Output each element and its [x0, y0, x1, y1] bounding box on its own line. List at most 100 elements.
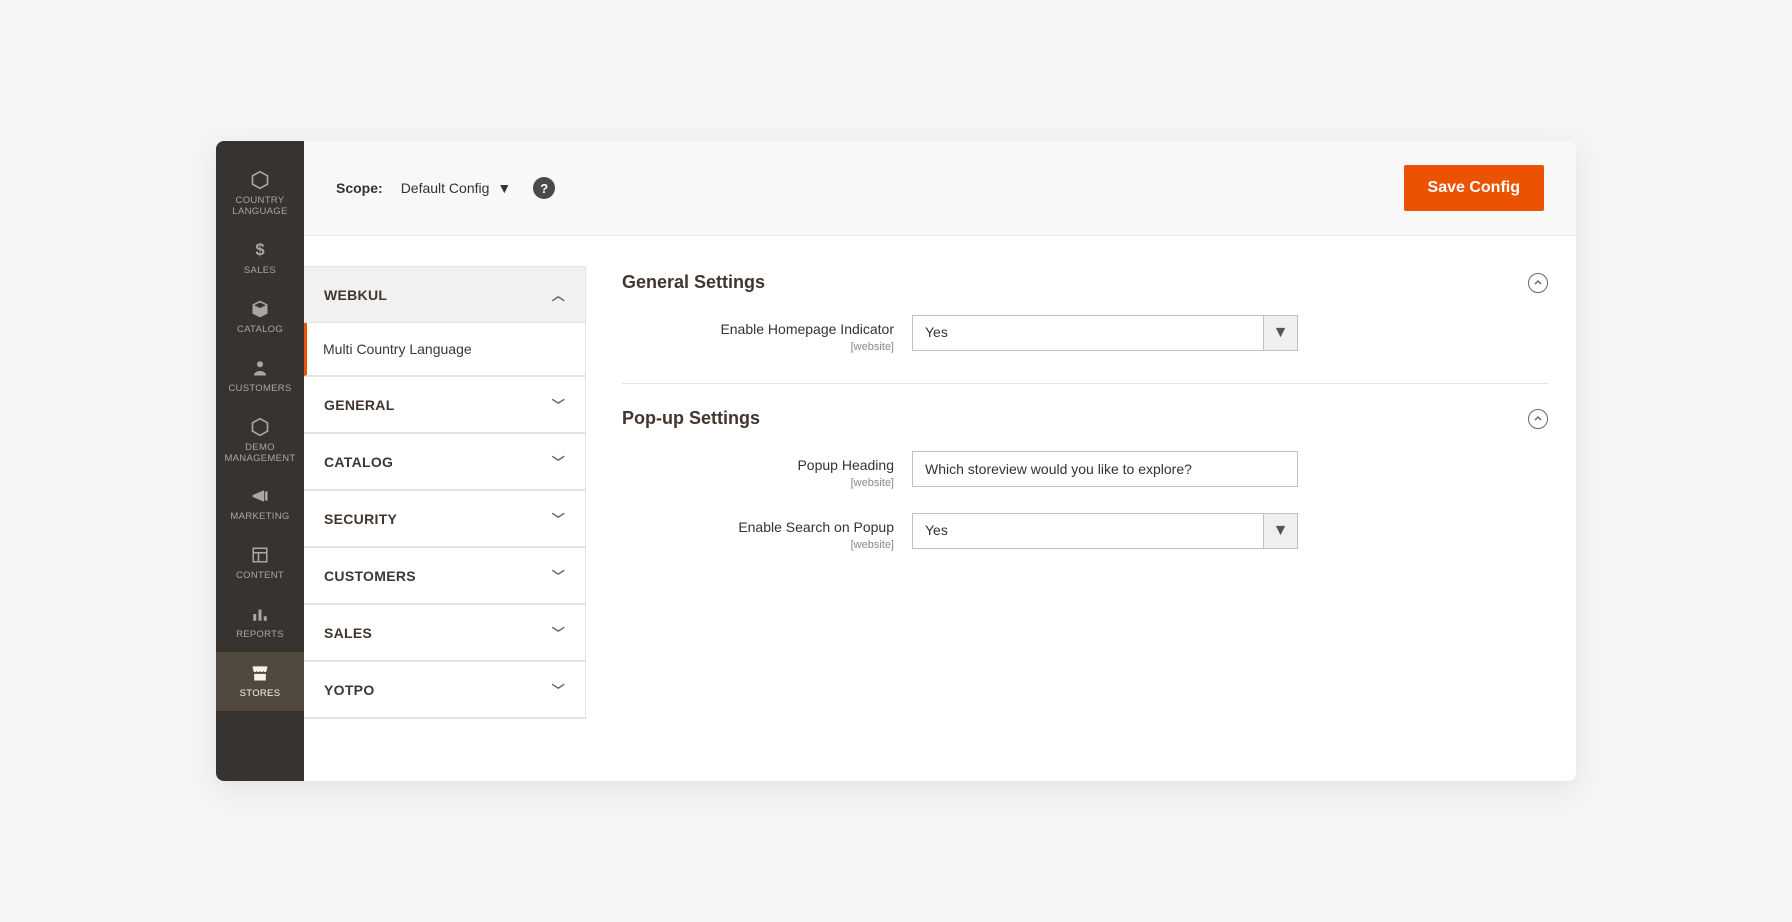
field-enable-homepage-indicator: Enable Homepage Indicator [website] Yes …: [622, 307, 1548, 369]
config-group-webkul: WEBKUL ︿ Multi Country Language: [304, 266, 586, 376]
sidebar-item-label: STORES: [240, 689, 281, 700]
field-label-wrap: Enable Homepage Indicator [website]: [622, 315, 912, 353]
sidebar-item-label: COUNTRYLANGUAGE: [232, 196, 287, 218]
chevron-down-icon: ﹀: [552, 566, 565, 585]
select-value: Yes: [913, 316, 1263, 350]
sidebar-item-stores[interactable]: STORES: [216, 652, 304, 711]
field-label-wrap: Popup Heading [website]: [622, 451, 912, 489]
collapse-up-icon[interactable]: [1528, 273, 1548, 293]
field-popup-heading: Popup Heading [website]: [622, 443, 1548, 505]
collapse-up-icon[interactable]: [1528, 409, 1548, 429]
box-icon: [249, 298, 271, 320]
chevron-up-icon: ︿: [552, 285, 565, 304]
chevron-down-icon: ﹀: [552, 509, 565, 528]
field-label-wrap: Enable Search on Popup [website]: [622, 513, 912, 551]
scope-select[interactable]: Default Config ▼: [401, 180, 512, 196]
chevron-down-icon: ﹀: [552, 395, 565, 414]
sidebar-item-demo-management[interactable]: DEMOMANAGEMENT: [216, 406, 304, 476]
enable-search-on-popup-select[interactable]: Yes ▼: [912, 513, 1298, 549]
dollar-icon: $: [249, 239, 271, 261]
config-group-general: GENERAL ﹀: [304, 376, 586, 433]
config-group-label: CUSTOMERS: [324, 568, 416, 584]
sidebar-item-reports[interactable]: REPORTS: [216, 593, 304, 652]
config-group-label: GENERAL: [324, 397, 395, 413]
config-group-head-yotpo[interactable]: YOTPO ﹀: [304, 662, 585, 718]
svg-text:$: $: [255, 240, 265, 259]
config-group-head-webkul[interactable]: WEBKUL ︿: [304, 267, 585, 323]
caret-down-icon: ▼: [1263, 514, 1297, 548]
config-group-sales: SALES ﹀: [304, 604, 586, 661]
config-group-label: YOTPO: [324, 682, 375, 698]
section-head-general-settings[interactable]: General Settings: [622, 266, 1548, 307]
sidebar-item-label: SALES: [244, 266, 276, 277]
config-group-label: SECURITY: [324, 511, 397, 527]
sidebar-item-content[interactable]: CONTENT: [216, 534, 304, 593]
config-group-head-sales[interactable]: SALES ﹀: [304, 605, 585, 661]
main-area: Scope: Default Config ▼ ? Save Config WE…: [304, 141, 1576, 781]
config-group-label: SALES: [324, 625, 372, 641]
hexagon-icon: [249, 169, 271, 191]
content: WEBKUL ︿ Multi Country Language GENERAL …: [304, 236, 1576, 781]
save-config-button[interactable]: Save Config: [1404, 165, 1544, 211]
app-window: COUNTRYLANGUAGE $ SALES CATALOG CUSTOMER…: [216, 141, 1576, 781]
popup-heading-input[interactable]: [912, 451, 1298, 487]
sidebar-item-customers[interactable]: CUSTOMERS: [216, 347, 304, 406]
config-group-head-general[interactable]: GENERAL ﹀: [304, 377, 585, 433]
sidebar-item-label: CATALOG: [237, 325, 283, 336]
sidebar-item-label: CONTENT: [236, 571, 284, 582]
field-control: [912, 451, 1298, 487]
config-group-head-catalog[interactable]: CATALOG ﹀: [304, 434, 585, 490]
chevron-down-icon: ﹀: [552, 452, 565, 471]
topbar: Scope: Default Config ▼ ? Save Config: [304, 141, 1576, 236]
field-label: Popup Heading: [797, 457, 894, 473]
help-icon[interactable]: ?: [533, 177, 555, 199]
section-title: Pop-up Settings: [622, 408, 760, 429]
scope-value: Default Config: [401, 180, 490, 196]
sidebar-item-marketing[interactable]: MARKETING: [216, 475, 304, 534]
chevron-down-icon: ﹀: [552, 680, 565, 699]
admin-sidebar: COUNTRYLANGUAGE $ SALES CATALOG CUSTOMER…: [216, 141, 304, 781]
sidebar-item-catalog[interactable]: CATALOG: [216, 288, 304, 347]
hexagon-icon: [249, 416, 271, 438]
config-group-head-security[interactable]: SECURITY ﹀: [304, 491, 585, 547]
field-control: Yes ▼: [912, 513, 1298, 549]
field-scope: [website]: [622, 539, 894, 551]
storefront-icon: [249, 662, 271, 684]
select-value: Yes: [913, 514, 1263, 548]
config-subitem-multi-country-language[interactable]: Multi Country Language: [304, 323, 585, 376]
field-label: Enable Search on Popup: [738, 519, 894, 535]
config-group-head-customers[interactable]: CUSTOMERS ﹀: [304, 548, 585, 604]
config-group-security: SECURITY ﹀: [304, 490, 586, 547]
chevron-down-icon: ﹀: [552, 623, 565, 642]
section-divider: [622, 383, 1548, 384]
layout-icon: [249, 544, 271, 566]
enable-homepage-indicator-select[interactable]: Yes ▼: [912, 315, 1298, 351]
field-enable-search-on-popup: Enable Search on Popup [website] Yes ▼: [622, 505, 1548, 567]
sidebar-item-country-language[interactable]: COUNTRYLANGUAGE: [216, 159, 304, 229]
sidebar-item-label: CUSTOMERS: [228, 384, 291, 395]
megaphone-icon: [249, 485, 271, 507]
field-scope: [website]: [622, 477, 894, 489]
section-head-popup-settings[interactable]: Pop-up Settings: [622, 402, 1548, 443]
settings-panel: General Settings Enable Homepage Indicat…: [586, 266, 1576, 781]
person-icon: [249, 357, 271, 379]
field-control: Yes ▼: [912, 315, 1298, 351]
field-scope: [website]: [622, 341, 894, 353]
sidebar-item-label: MARKETING: [230, 512, 289, 523]
section-title: General Settings: [622, 272, 765, 293]
config-group-catalog: CATALOG ﹀: [304, 433, 586, 490]
field-label: Enable Homepage Indicator: [720, 321, 894, 337]
config-group-label: WEBKUL: [324, 287, 387, 303]
caret-down-icon: ▼: [497, 180, 511, 196]
sidebar-item-label: REPORTS: [236, 630, 284, 641]
config-subitem-label: Multi Country Language: [323, 341, 472, 357]
config-group-yotpo: YOTPO ﹀: [304, 661, 586, 719]
sidebar-item-sales[interactable]: $ SALES: [216, 229, 304, 288]
config-nav: WEBKUL ︿ Multi Country Language GENERAL …: [304, 266, 586, 781]
sidebar-item-label: DEMOMANAGEMENT: [224, 443, 295, 465]
bar-chart-icon: [249, 603, 271, 625]
config-group-label: CATALOG: [324, 454, 393, 470]
config-group-customers: CUSTOMERS ﹀: [304, 547, 586, 604]
caret-down-icon: ▼: [1263, 316, 1297, 350]
scope-label: Scope:: [336, 180, 383, 196]
